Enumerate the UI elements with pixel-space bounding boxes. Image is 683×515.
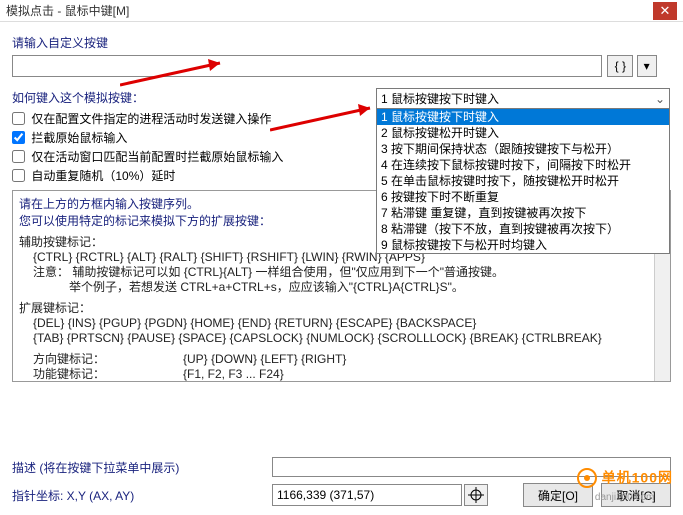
dropdown-item-9[interactable]: 9 鼠标按键按下与松开时均键入: [377, 237, 669, 253]
ext-section: 扩展键标记： {DEL} {INS} {PGUP} {PGDN} {HOME} …: [19, 301, 664, 346]
coord-input[interactable]: 1166,339 (371,57): [272, 484, 462, 506]
dropdown-header[interactable]: 1 鼠标按键按下时键入 ⌄: [377, 89, 669, 109]
window-title: 模拟点击 - 鼠标中键[M]: [6, 2, 129, 19]
ext-line2: {TAB} {PRTSCN} {PAUSE} {SPACE} {CAPSLOCK…: [19, 331, 664, 346]
checkbox-label-4: 自动重复随机（10%）延时: [31, 169, 175, 183]
cancel-button[interactable]: 取消[C]: [601, 483, 671, 507]
aux-note: 注意： 辅助按键标记可以如 {CTRL}{ALT} 一样组合使用，但"仅应用到下…: [19, 265, 664, 280]
checkbox-label-1: 仅在配置文件指定的进程活动时发送键入操作: [31, 112, 271, 126]
help-row: 方向键标记：{UP} {DOWN} {LEFT} {RIGHT}: [19, 352, 664, 367]
ext-title: 扩展键标记：: [19, 301, 664, 316]
checkbox-auto-repeat[interactable]: [12, 169, 25, 182]
crosshair-button[interactable]: [464, 484, 488, 506]
dropdown-item-1[interactable]: 1 鼠标按键按下时键入: [377, 109, 669, 125]
description-label: 描述 (将在按键下拉菜单中展示): [12, 459, 272, 476]
input-method-dropdown[interactable]: 1 鼠标按键按下时键入 ⌄ 1 鼠标按键按下时键入 2 鼠标按键松开时键入 3 …: [376, 88, 670, 254]
custom-key-input[interactable]: [12, 55, 602, 77]
aux-note-2: 举个例子，若想发送 CTRL+a+CTRL+s，应应该输入"{CTRL}A{CT…: [19, 280, 664, 295]
ext-line1: {DEL} {INS} {PGUP} {PGDN} {HOME} {END} {…: [19, 316, 664, 331]
dropdown-item-5[interactable]: 5 在单击鼠标按键时按下，随按键松开时松开: [377, 173, 669, 189]
dropdown-item-6[interactable]: 6 按键按下时不断重复: [377, 189, 669, 205]
dropdown-header-text: 1 鼠标按键按下时键入: [381, 90, 499, 107]
braces-dropdown-button[interactable]: ▾: [637, 55, 657, 77]
close-button[interactable]: ✕: [653, 2, 677, 20]
dropdown-item-4[interactable]: 4 在连续按下鼠标按键时按下，间隔按下时松开: [377, 157, 669, 173]
dropdown-item-2[interactable]: 2 鼠标按键松开时键入: [377, 125, 669, 141]
dropdown-item-8[interactable]: 8 粘滞键（按下不放，直到按键被再次按下）: [377, 221, 669, 237]
dropdown-item-3[interactable]: 3 按下期间保持状态（跟随按键按下与松开）: [377, 141, 669, 157]
bottom-area: 描述 (将在按键下拉菜单中展示) 指针坐标: X,Y (AX, AY) 1166…: [12, 457, 671, 507]
rows-section: 方向键标记：{UP} {DOWN} {LEFT} {RIGHT} 功能键标记：{…: [19, 352, 664, 382]
checkbox-intercept-when-match[interactable]: [12, 150, 25, 163]
title-bar: 模拟点击 - 鼠标中键[M] ✕: [0, 0, 683, 22]
custom-key-label: 请输入自定义按键: [12, 34, 671, 51]
coord-label: 指针坐标: X,Y (AX, AY): [12, 487, 272, 504]
coord-row: 指针坐标: X,Y (AX, AY) 1166,339 (371,57) 确定[…: [12, 483, 671, 507]
help-row: 功能键标记：{F1, F2, F3 ... F24}: [19, 367, 664, 382]
custom-key-row: { } ▾: [12, 55, 671, 81]
description-row: 描述 (将在按键下拉菜单中展示): [12, 457, 671, 477]
description-input[interactable]: [272, 457, 671, 477]
checkbox-label-3: 仅在活动窗口匹配当前配置时拦截原始鼠标输入: [31, 150, 283, 164]
crosshair-icon: [468, 487, 484, 503]
checkbox-intercept-mouse[interactable]: [12, 131, 25, 144]
aux-note-label: 注意：: [33, 265, 69, 279]
checkbox-label-2: 拦截原始鼠标输入: [31, 131, 127, 145]
aux-note-1: 辅助按键标记可以如 {CTRL}{ALT} 一样组合使用，但"仅应用到下一个"普…: [72, 265, 504, 279]
checkbox-process-active[interactable]: [12, 112, 25, 125]
braces-button[interactable]: { }: [607, 55, 633, 77]
chevron-down-icon: ⌄: [655, 92, 665, 106]
dropdown-item-7[interactable]: 7 粘滞键 重复键，直到按键被再次按下: [377, 205, 669, 221]
dropdown-list: 1 鼠标按键按下时键入 2 鼠标按键松开时键入 3 按下期间保持状态（跟随按键按…: [377, 109, 669, 253]
ok-button[interactable]: 确定[O]: [523, 483, 593, 507]
